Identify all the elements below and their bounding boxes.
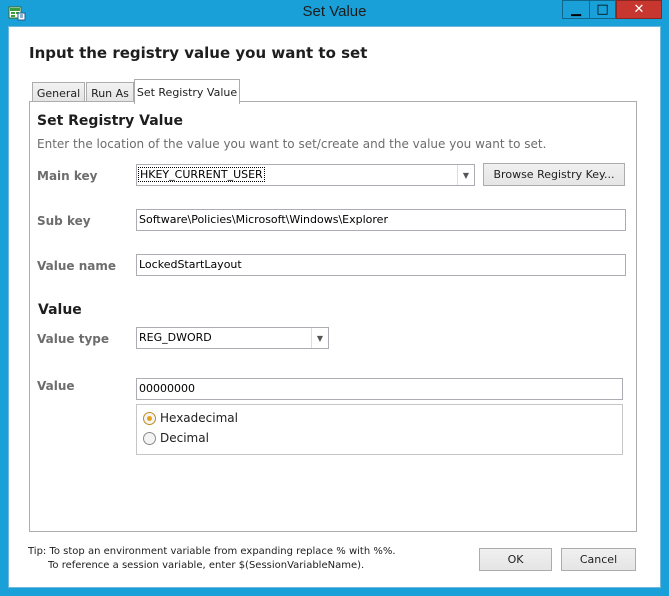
- radio-decimal[interactable]: Decimal: [143, 431, 209, 445]
- value-type-value: REG_DWORD: [139, 331, 212, 344]
- ok-button[interactable]: OK: [479, 548, 552, 571]
- tip-line-1: Tip: To stop an environment variable fro…: [28, 546, 396, 557]
- sub-key-label: Sub key: [37, 214, 91, 228]
- tab-panel: Set Registry Value Enter the location of…: [29, 101, 637, 532]
- radio-hexadecimal[interactable]: Hexadecimal: [143, 411, 238, 425]
- minimize-button[interactable]: ▁: [562, 0, 589, 19]
- cancel-button[interactable]: Cancel: [561, 548, 636, 571]
- sub-key-input[interactable]: Software\Policies\Microsoft\Windows\Expl…: [136, 209, 626, 231]
- section-title-value: Value: [38, 302, 82, 318]
- value-format-group: Hexadecimal Decimal: [136, 404, 623, 455]
- value-type-label: Value type: [37, 332, 109, 346]
- value-name-label: Value name: [37, 259, 116, 273]
- main-key-combo[interactable]: HKEY_CURRENT_USER ▼: [136, 164, 475, 186]
- chevron-down-icon: ▼: [311, 328, 328, 348]
- title-bar[interactable]: Set Value ▁ □ ✕: [0, 0, 669, 26]
- main-key-label: Main key: [37, 169, 98, 183]
- value-type-combo[interactable]: REG_DWORD ▼: [136, 327, 329, 349]
- tip-line-2: To reference a session variable, enter $…: [48, 560, 365, 571]
- radio-unchecked-icon: [143, 431, 156, 445]
- close-icon: ✕: [633, 2, 645, 17]
- dialog-body: Input the registry value you want to set…: [8, 26, 661, 588]
- close-button[interactable]: ✕: [616, 0, 662, 19]
- radio-decimal-label: Decimal: [160, 431, 209, 445]
- browse-registry-key-label: Browse Registry Key...: [493, 168, 615, 181]
- chevron-down-icon: ▼: [457, 165, 474, 185]
- ok-label: OK: [507, 553, 524, 566]
- dialog-heading: Input the registry value you want to set: [29, 44, 368, 62]
- cancel-label: Cancel: [579, 553, 618, 566]
- tab-run-as[interactable]: Run As: [86, 82, 134, 103]
- radio-checked-icon: [143, 411, 156, 425]
- registry-description: Enter the location of the value you want…: [37, 137, 547, 151]
- window: Set Value ▁ □ ✕ Input the registry value…: [0, 0, 669, 596]
- minimize-icon: ▁: [571, 2, 581, 17]
- tab-general[interactable]: General: [32, 82, 85, 103]
- value-label: Value: [37, 379, 75, 393]
- tip-text: Tip: To stop an environment variable fro…: [28, 545, 396, 573]
- radio-hexadecimal-label: Hexadecimal: [160, 411, 238, 425]
- section-title-registry: Set Registry Value: [37, 113, 183, 129]
- value-input[interactable]: 00000000: [136, 378, 623, 400]
- maximize-button[interactable]: □: [589, 0, 616, 19]
- main-key-value: HKEY_CURRENT_USER: [138, 167, 265, 182]
- tab-set-registry-value[interactable]: Set Registry Value: [134, 79, 240, 104]
- browse-registry-key-button[interactable]: Browse Registry Key...: [483, 163, 625, 186]
- value-name-input[interactable]: LockedStartLayout: [136, 254, 626, 276]
- maximize-icon: □: [596, 2, 609, 17]
